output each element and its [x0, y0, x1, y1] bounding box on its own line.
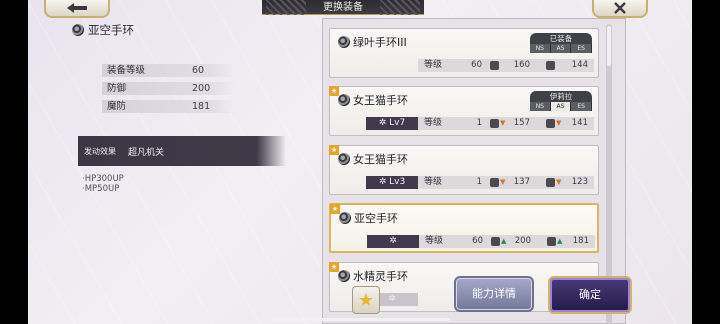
grade-label: 等级 — [424, 118, 443, 128]
equipment-card-selected[interactable]: ★ 亚空手环 ✲ 等级 60 ▲ 200 ▲ 181 — [329, 203, 599, 253]
defense-value: 200 — [514, 236, 531, 246]
skill-ns: NS — [530, 102, 551, 111]
stat-label: 防御 — [107, 83, 127, 94]
level-badge: ✲ Lv7 — [366, 117, 418, 130]
level-badge: ✲ — [367, 235, 419, 248]
equipment-card[interactable]: ★ 女王猫手环 伊莉拉 NS AS ES ✲ Lv7 等级 1 ▼ 157 ▼ … — [329, 86, 599, 136]
defense-value: 137 — [513, 177, 530, 187]
arrow-up-icon: ▲ — [557, 237, 563, 245]
defense-value: 157 — [513, 118, 530, 128]
stat-row-level: 装备等级 60 — [102, 64, 236, 77]
stat-label: 魔防 — [107, 101, 127, 112]
stat-value: 200 — [192, 83, 211, 94]
defense-value: 160 — [513, 60, 530, 70]
arrow-up-icon: ▲ — [501, 237, 507, 245]
bonus-mp: ·MP50UP — [82, 184, 120, 194]
stat-value: 60 — [192, 65, 205, 76]
card-name-row: 绿叶手环III — [338, 34, 407, 50]
level-badge: ✲ Lv3 — [366, 176, 418, 189]
card-stats: 等级 1 ▼ 137 ▼ 123 — [418, 176, 594, 189]
skill-es: ES — [571, 102, 593, 111]
grade-value: 60 — [471, 60, 482, 70]
scrollbar-thumb[interactable] — [607, 26, 611, 66]
favorite-button[interactable]: ★ — [352, 286, 380, 314]
page-title: 更换装备 — [262, 0, 424, 15]
skill-as: AS — [550, 44, 572, 53]
back-button[interactable] — [44, 0, 110, 18]
skill-ns: NS — [530, 44, 551, 53]
card-name-row: 女王猫手环 — [338, 151, 408, 167]
close-button[interactable] — [592, 0, 648, 18]
arrow-down-icon: ▼ — [500, 119, 506, 127]
arrow-down-icon: ▼ — [556, 178, 562, 186]
magic-defense-value: 181 — [572, 236, 589, 246]
confirm-button[interactable]: 确定 — [548, 276, 632, 314]
bracelet-icon — [338, 94, 350, 106]
owner-tag: 伊莉拉 NS AS ES — [530, 91, 593, 111]
owner-skills: NS AS ES — [530, 102, 593, 111]
stat-row-defense: 防御 200 — [102, 82, 236, 95]
grade-value: 60 — [472, 236, 483, 246]
equipment-name-row: 亚空手环 — [72, 22, 134, 38]
stat-row-magic-defense: 魔防 181 — [102, 100, 236, 113]
stat-label: 装备等级 — [107, 65, 146, 76]
card-name: 亚空手环 — [354, 212, 398, 225]
shield-icon — [490, 178, 499, 187]
card-name-row: 亚空手环 — [339, 210, 398, 226]
bonus-hp: ·HP300UP — [82, 174, 124, 184]
plus-shield-icon — [546, 61, 555, 70]
home-indicator — [270, 318, 450, 321]
card-name: 水精灵手环 — [353, 270, 408, 283]
grade-label: 等级 — [425, 236, 444, 246]
plus-shield-icon — [546, 178, 555, 187]
close-icon — [614, 2, 626, 14]
equipment-card[interactable]: 绿叶手环III 已装备 NS AS ES 等级 60 160 144 — [329, 28, 599, 78]
arrow-down-icon: ▼ — [556, 119, 562, 127]
magic-defense-value: 141 — [571, 118, 588, 128]
star-icon: ★ — [357, 289, 375, 311]
card-name-row: 女王猫手环 — [338, 92, 408, 108]
magic-defense-value: 123 — [571, 177, 588, 187]
magic-defense-value: 144 — [571, 60, 588, 70]
plus-shield-icon — [546, 119, 555, 128]
card-name: 女王猫手环 — [353, 153, 408, 166]
grade-label: 等级 — [424, 177, 443, 187]
ability-detail-button[interactable]: 能力详情 — [454, 276, 534, 312]
bracelet-icon — [72, 24, 84, 36]
effect-bar: 发动效果 超凡机关 — [78, 136, 286, 166]
grade-value: 1 — [476, 177, 482, 187]
plus-shield-icon — [547, 237, 556, 246]
skill-as-active: AS — [550, 102, 572, 111]
owner-tag: 已装备 NS AS ES — [530, 33, 593, 53]
effect-value: 超凡机关 — [128, 147, 165, 158]
bracelet-icon — [339, 212, 351, 224]
card-stats: 等级 1 ▼ 157 ▼ 141 — [418, 117, 594, 130]
equipment-card[interactable]: ★ 女王猫手环 ✲ Lv3 等级 1 ▼ 137 ▼ 123 — [329, 145, 599, 195]
grade-value: 1 — [476, 118, 482, 128]
card-name-row: 水精灵手环 — [338, 268, 408, 284]
card-name: 绿叶手环III — [353, 36, 407, 49]
equipment-name: 亚空手环 — [88, 23, 134, 37]
card-stats: 等级 60 ▲ 200 ▲ 181 — [419, 235, 595, 248]
grade-label: 等级 — [424, 60, 443, 70]
card-name: 女王猫手环 — [353, 94, 408, 107]
shield-icon — [491, 237, 500, 246]
bracelet-icon — [338, 270, 350, 282]
arrow-down-icon: ▼ — [500, 178, 506, 186]
effect-label: 发动效果 — [84, 146, 116, 156]
owner-name: 伊莉拉 — [530, 91, 592, 102]
owner-status: 已装备 — [530, 33, 592, 44]
bracelet-icon — [338, 36, 350, 48]
arrow-left-icon — [67, 3, 87, 13]
shield-icon — [490, 61, 499, 70]
skill-es: ES — [571, 44, 593, 53]
card-stats: 等级 60 160 144 — [418, 59, 594, 72]
owner-skills: NS AS ES — [530, 44, 593, 53]
bracelet-icon — [338, 153, 350, 165]
stat-value: 181 — [192, 101, 211, 112]
shield-icon — [490, 119, 499, 128]
